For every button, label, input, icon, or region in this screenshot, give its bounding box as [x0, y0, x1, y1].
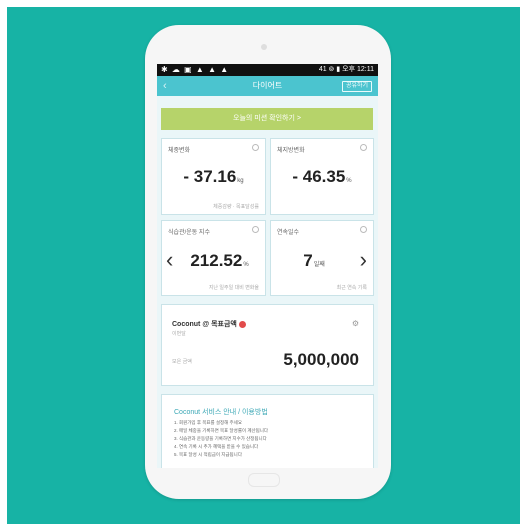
habit-index-card[interactable]: 식습관/운동 지수 ‹ 212.52% 지난 일주일 대비 변화율 — [161, 220, 266, 296]
card-label: 연속일수 — [277, 230, 300, 236]
chevron-right-icon[interactable]: › — [360, 249, 367, 271]
account-name: Coconut @ 목표금액 — [172, 319, 246, 329]
list-item: 2. 매일 체중을 기록하면 목표 달성률이 계산됩니다 — [174, 428, 269, 433]
streak-days-card[interactable]: 연속일수 7일째 › 최근 연속 기록 — [270, 220, 374, 296]
list-item: 5. 목표 달성 시 적립금이 지급됩니다 — [174, 452, 242, 457]
list-item: 3. 식습관과 운동량을 기록하면 지수가 산정됩니다 — [174, 436, 267, 441]
card-label: 식습관/운동 지수 — [168, 230, 210, 236]
card-label: 체중변화 — [168, 148, 191, 154]
info-icon[interactable] — [360, 226, 367, 233]
info-icon[interactable] — [252, 144, 259, 151]
info-icon[interactable] — [252, 226, 259, 233]
card-footnote: 지난 일주일 대비 변화율 — [208, 285, 259, 291]
mission-banner-button[interactable]: 오늘의 미션 확인하기 > — [161, 108, 373, 130]
service-notice-card: Coconut 서비스 안내 / 이용방법 1. 회원가입 후 목표를 설정해 … — [161, 394, 374, 468]
card-value: 7일째 — [303, 251, 325, 270]
status-icons: ✱ ☁ ▣ ▲ ▲ ▲ — [161, 65, 230, 74]
weight-change-card[interactable]: 체중변화 - 37.16kg 체중감량 · 목표달성률 — [161, 138, 266, 215]
card-footnote: 체중감량 · 목표달성률 — [213, 204, 259, 210]
phone-speaker — [261, 44, 267, 50]
settings-icon[interactable]: ⚙ — [352, 319, 359, 328]
card-value: - 46.35% — [292, 167, 352, 186]
savings-account-card[interactable]: Coconut @ 목표금액 ⚙ 이번달 모은 금액 5,000,000 — [161, 304, 374, 386]
list-item: 4. 연속 기록 시 추가 혜택을 받을 수 있습니다 — [174, 444, 259, 449]
home-button[interactable] — [248, 473, 280, 487]
app-bar: ‹ 다이어트 공유하기 — [157, 76, 378, 96]
card-label: 체지방변화 — [277, 148, 305, 154]
notice-title: Coconut 서비스 안내 / 이용방법 — [174, 409, 268, 416]
account-period: 이번달 — [172, 331, 186, 337]
app-screen: ✱ ☁ ▣ ▲ ▲ ▲ 41 ⊚ ▮ 오후 12:11 ‹ 다이어트 공유하기 … — [157, 64, 378, 468]
info-icon[interactable] — [360, 144, 367, 151]
list-item: 1. 회원가입 후 목표를 설정해 주세요 — [174, 420, 242, 425]
body-fat-change-card[interactable]: 체지방변화 - 46.35% — [270, 138, 374, 215]
alert-badge-icon — [238, 320, 246, 328]
account-amount: 5,000,000 — [283, 350, 359, 369]
card-footnote: 최근 연속 기록 — [336, 285, 367, 291]
share-button[interactable]: 공유하기 — [342, 81, 372, 92]
status-clock: 41 ⊚ ▮ 오후 12:11 — [318, 66, 374, 73]
card-value: 212.52% — [190, 251, 249, 270]
card-value: - 37.16kg — [183, 167, 244, 186]
notice-list: 1. 회원가입 후 목표를 설정해 주세요 2. 매일 체중을 기록하면 목표 … — [174, 419, 268, 459]
status-bar: ✱ ☁ ▣ ▲ ▲ ▲ 41 ⊚ ▮ 오후 12:11 — [157, 64, 378, 76]
amount-label: 모은 금액 — [172, 359, 192, 365]
